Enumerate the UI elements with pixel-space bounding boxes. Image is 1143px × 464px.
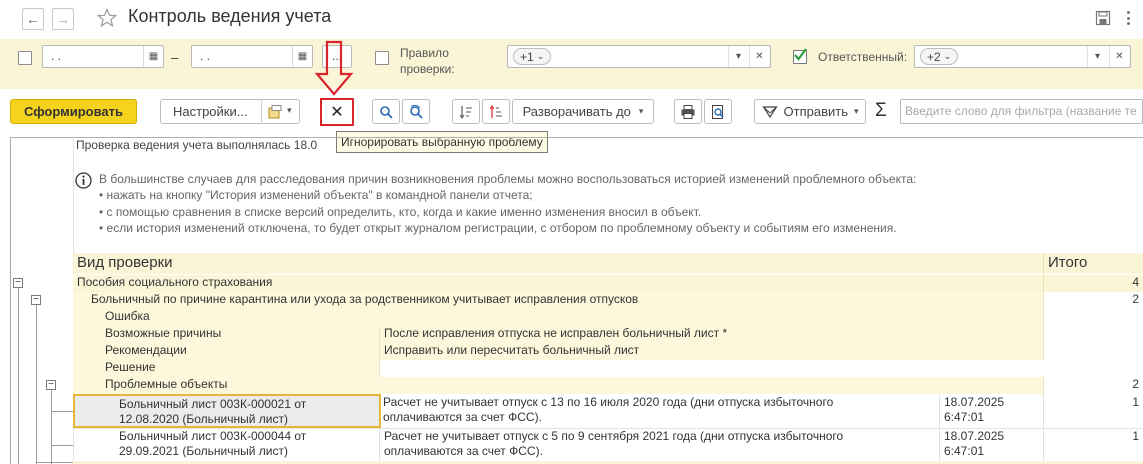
selected-cell[interactable]: Больничный лист 003К-000021 от 12.08.202… xyxy=(73,394,381,428)
calendar-icon[interactable]: ▦ xyxy=(292,46,312,67)
responsible-field[interactable]: +2 ⌄ ▾ ✕ xyxy=(914,45,1131,68)
table-row[interactable]: Больничный по причине карантина или уход… xyxy=(73,292,1143,309)
arrow-right-icon: → xyxy=(56,11,70,27)
collapse-toggle[interactable]: − xyxy=(31,295,41,305)
search-icon xyxy=(380,105,393,119)
table-header: Вид проверки Итого xyxy=(73,253,1143,274)
info-icon xyxy=(75,172,92,189)
find-next-button[interactable] xyxy=(402,99,430,124)
annotation-arrow-icon xyxy=(314,40,354,96)
period-checkbox[interactable] xyxy=(18,51,32,65)
dropdown-arrow-icon: ▾ xyxy=(853,106,859,116)
find-button[interactable] xyxy=(372,99,400,124)
search-next-icon xyxy=(410,104,423,119)
date-separator: – xyxy=(171,50,179,65)
table-row[interactable]: Рекомендации Исправить или пересчитать б… xyxy=(73,343,1143,360)
dropdown-arrow-icon[interactable]: ▾ xyxy=(1087,46,1107,67)
rule-field[interactable]: +1 ⌄ ▾ ✕ xyxy=(507,45,771,68)
back-button[interactable]: ← xyxy=(22,8,44,30)
send-icon xyxy=(761,105,778,118)
settings-button[interactable]: Настройки... ▾ xyxy=(160,99,300,124)
sum-icon[interactable]: Σ xyxy=(875,100,887,122)
rule-value-pill[interactable]: +1 ⌄ xyxy=(513,48,552,65)
more-vertical-icon[interactable] xyxy=(1122,8,1134,28)
dropdown-arrow-icon: ▾ xyxy=(287,105,292,115)
info-line: • если история изменений отключена, то б… xyxy=(99,221,897,235)
table-row[interactable]: Возможные причины После исправления отпу… xyxy=(73,326,1143,343)
collapse-toggle[interactable]: − xyxy=(46,380,56,390)
column-header-check-type: Вид проверки xyxy=(77,254,173,271)
info-line: • с помощью сравнения в списке версий оп… xyxy=(99,205,702,219)
sort-desc-button[interactable] xyxy=(482,99,510,124)
clear-icon[interactable]: ✕ xyxy=(1109,46,1129,67)
date-from-field[interactable]: . . ▦ xyxy=(42,45,164,68)
print-preview-button[interactable] xyxy=(704,99,732,124)
expand-to-button[interactable]: Разворачивать до ▾ xyxy=(512,99,654,124)
ignore-tooltip: Игнорировать выбранную проблему xyxy=(336,131,548,153)
table-row[interactable]: Решение xyxy=(73,360,1143,377)
dropdown-arrow-icon[interactable]: ▾ xyxy=(728,46,748,67)
column-header-total: Итого xyxy=(1043,253,1143,274)
send-button[interactable]: Отправить ▾ xyxy=(754,99,866,124)
table-row[interactable]: Проблемные объекты 2 xyxy=(73,377,1143,394)
table-row[interactable]: Пособия социального страхования 4 xyxy=(73,275,1143,292)
arrow-left-icon: ← xyxy=(26,11,40,27)
variants-icon xyxy=(268,105,282,119)
check-date-text: Проверка ведения учета выполнялась 18.0 xyxy=(76,138,318,152)
chevron-down-icon: ⌄ xyxy=(943,51,952,61)
table-row[interactable]: Больничный лист 003К-000021 от 12.08.202… xyxy=(73,394,1143,428)
rule-label-2: проверки: xyxy=(400,62,455,76)
rule-label: Правило xyxy=(400,46,449,60)
clear-icon[interactable]: ✕ xyxy=(749,46,769,67)
sort-descending-icon xyxy=(489,104,502,118)
save-icon[interactable] xyxy=(1095,10,1111,26)
print-preview-icon xyxy=(712,104,724,119)
printer-icon xyxy=(681,104,695,119)
collapse-toggle[interactable]: − xyxy=(13,278,23,288)
table-row[interactable]: Больничный лист 003К-000044 от 29.09.202… xyxy=(73,428,1143,462)
responsible-checkbox[interactable] xyxy=(793,48,807,64)
responsible-value-pill[interactable]: +2 ⌄ xyxy=(920,48,959,65)
filter-search-input[interactable]: Введите слово для фильтра (название те xyxy=(900,99,1143,124)
chevron-down-icon: ⌄ xyxy=(536,51,545,61)
close-icon: ✕ xyxy=(330,104,344,121)
table-row[interactable]: Ошибка xyxy=(73,309,1143,326)
dropdown-arrow-icon: ▾ xyxy=(638,106,644,116)
checkmark-icon xyxy=(794,48,807,61)
calendar-icon[interactable]: ▦ xyxy=(143,46,163,67)
ignore-problem-button[interactable]: ✕ xyxy=(320,98,354,126)
responsible-label: Ответственный: xyxy=(818,50,908,64)
info-line: • нажать на кнопку "История изменений об… xyxy=(99,188,533,202)
date-to-field[interactable]: . . ▦ xyxy=(191,45,313,68)
print-button[interactable] xyxy=(674,99,702,124)
rule-checkbox[interactable] xyxy=(375,51,389,65)
page-title: Контроль ведения учета xyxy=(128,6,332,26)
forward-button[interactable]: → xyxy=(52,8,74,30)
sort-ascending-icon xyxy=(459,105,472,119)
favorite-star-icon[interactable] xyxy=(96,7,118,28)
generate-button[interactable]: Сформировать xyxy=(10,99,137,124)
info-line: В большинстве случаев для расследования … xyxy=(99,172,917,186)
sort-asc-button[interactable] xyxy=(452,99,480,124)
